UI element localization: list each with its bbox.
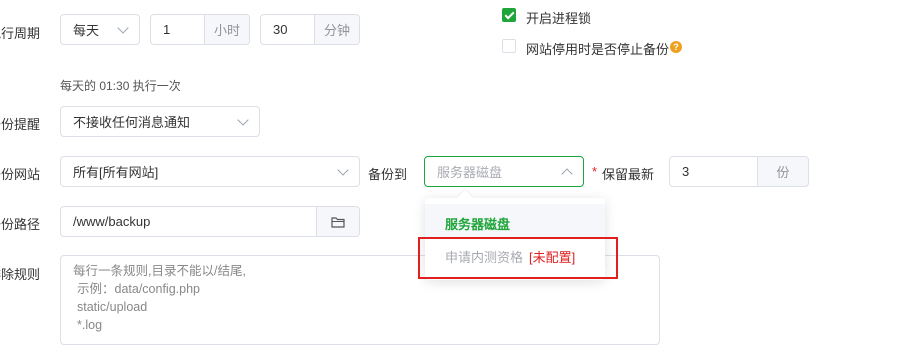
folder-icon: [331, 216, 345, 228]
minutes-unit: 分钟: [314, 15, 359, 44]
option-disk-label: 服务器磁盘: [445, 217, 511, 232]
path-label: 备份路径: [0, 217, 41, 232]
backup-to-placeholder: 服务器磁盘: [437, 165, 503, 180]
folder-button[interactable]: [316, 207, 359, 236]
exclude-placeholder-line: 示例：data/config.php: [77, 282, 200, 296]
backup-to-label: 备份到: [368, 167, 408, 182]
dropdown-option-disk[interactable]: 服务器磁盘: [425, 204, 605, 238]
exclude-placeholder-line: *.log: [77, 318, 103, 332]
chevron-up-icon: [561, 167, 573, 180]
chevron-down-icon: [117, 21, 129, 34]
path-input[interactable]: /www/backup: [60, 206, 360, 237]
exclude-label: 排除规则: [0, 267, 41, 282]
stop-backup-checkbox[interactable]: [502, 39, 516, 53]
minutes-value: 30: [273, 22, 288, 37]
dropdown-arrow: [457, 189, 473, 205]
chevron-down-icon: [337, 163, 349, 176]
backup-to-select[interactable]: 服务器磁盘: [424, 156, 584, 187]
process-lock-checkbox[interactable]: [502, 8, 516, 22]
site-value: 所有[所有网站]: [73, 165, 159, 180]
hours-unit: 小时: [204, 15, 249, 44]
keep-value: 3: [682, 164, 690, 179]
period-select[interactable]: 每天: [60, 14, 140, 45]
required-mark: *: [592, 164, 598, 179]
keep-input[interactable]: 3 份: [669, 156, 809, 187]
reminder-select[interactable]: 不接收任何消息通知: [60, 106, 260, 137]
site-select[interactable]: 所有[所有网站]: [60, 156, 360, 187]
process-lock-label[interactable]: 开启进程锁: [526, 8, 591, 27]
highlight-box: [418, 237, 618, 279]
period-value: 每天: [73, 23, 100, 38]
help-icon[interactable]: ?: [670, 41, 682, 53]
exclude-placeholder-line: static/upload: [77, 300, 148, 314]
keep-unit: 份: [757, 157, 808, 186]
chevron-down-icon: [237, 113, 249, 126]
reminder-label: 备份提醒: [0, 117, 41, 132]
cycle-hint: 每天的 01:30 执行一次: [60, 79, 181, 93]
cycle-label: 执行周期: [0, 26, 41, 41]
minutes-input[interactable]: 30 分钟: [260, 14, 360, 45]
keep-label: 保留最新: [602, 167, 655, 182]
path-value: /www/backup: [73, 214, 151, 229]
site-label: 备份网站: [0, 167, 41, 182]
hours-input[interactable]: 1 小时: [150, 14, 250, 45]
reminder-value: 不接收任何消息通知: [73, 115, 191, 130]
stop-backup-label[interactable]: 网站停用时是否停止备份: [526, 39, 669, 58]
hours-value: 1: [163, 22, 171, 37]
